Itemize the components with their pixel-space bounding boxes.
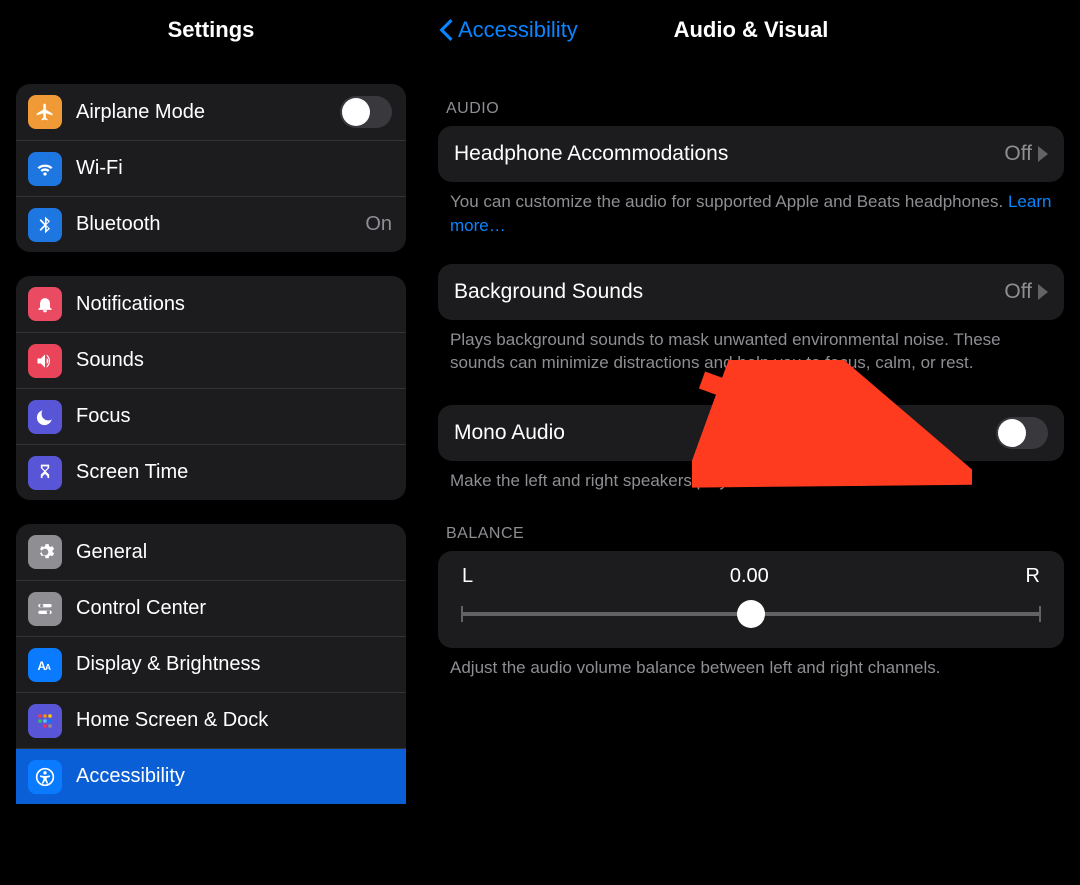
bell-icon (28, 287, 62, 321)
sidebar-item-general[interactable]: General (16, 524, 406, 580)
display-label: Display & Brightness (76, 653, 392, 676)
sidebar-item-home-screen[interactable]: Home Screen & Dock (16, 692, 406, 748)
sliders-icon (28, 592, 62, 626)
headphone-label: Headphone Accommodations (454, 142, 1004, 166)
balance-cell: L 0.00 R (438, 551, 1064, 648)
group-general: General Control Center AA Display & Brig… (16, 524, 406, 804)
gear-icon (28, 535, 62, 569)
text-size-icon: AA (28, 648, 62, 682)
grid-icon (28, 704, 62, 738)
background-label: Background Sounds (454, 280, 1004, 304)
notifications-label: Notifications (76, 293, 392, 316)
hourglass-icon (28, 456, 62, 490)
sounds-label: Sounds (76, 349, 392, 372)
group-notifications: Notifications Sounds Focus Screen Time (16, 276, 406, 500)
sidebar-item-bluetooth[interactable]: Bluetooth On (16, 196, 406, 252)
sidebar-item-wifi[interactable]: Wi-Fi (16, 140, 406, 196)
sidebar-item-display-brightness[interactable]: AA Display & Brightness (16, 636, 406, 692)
airplane-icon (28, 95, 62, 129)
balance-value: 0.00 (730, 565, 769, 588)
speaker-icon (28, 344, 62, 378)
slider-thumb[interactable] (737, 600, 765, 628)
balance-caption: Adjust the audio volume balance between … (438, 648, 1064, 680)
focus-label: Focus (76, 405, 392, 428)
background-sounds-cell[interactable]: Background Sounds Off (438, 264, 1064, 320)
bluetooth-label: Bluetooth (76, 213, 365, 236)
sidebar-item-screen-time[interactable]: Screen Time (16, 444, 406, 500)
svg-text:A: A (45, 662, 51, 672)
controlcenter-label: Control Center (76, 597, 392, 620)
headphone-accommodations-cell[interactable]: Headphone Accommodations Off (438, 126, 1064, 182)
homescreen-label: Home Screen & Dock (76, 709, 392, 732)
sidebar-item-notifications[interactable]: Notifications (16, 276, 406, 332)
balance-section-header: BALANCE (446, 525, 1056, 543)
page-title: Audio & Visual (438, 17, 1064, 43)
sidebar-item-control-center[interactable]: Control Center (16, 580, 406, 636)
chevron-right-icon (1038, 284, 1048, 300)
mono-audio-toggle[interactable] (996, 417, 1048, 449)
mono-audio-cell: Mono Audio (438, 405, 1064, 461)
balance-left-label: L (462, 565, 473, 588)
accessibility-label: Accessibility (76, 765, 392, 788)
headphone-caption: You can customize the audio for supporte… (438, 182, 1064, 238)
sidebar-item-accessibility[interactable]: Accessibility (16, 748, 406, 804)
group-connectivity: Airplane Mode Wi-Fi Bluetooth On (16, 84, 406, 252)
sidebar-item-focus[interactable]: Focus (16, 388, 406, 444)
balance-right-label: R (1026, 565, 1040, 588)
detail-pane: Accessibility Audio & Visual AUDIO Headp… (422, 0, 1080, 885)
chevron-right-icon (1038, 146, 1048, 162)
general-label: General (76, 541, 392, 564)
sidebar-item-airplane-mode[interactable]: Airplane Mode (16, 84, 406, 140)
accessibility-icon (28, 760, 62, 794)
settings-title: Settings (0, 0, 422, 60)
moon-icon (28, 400, 62, 434)
wifi-label: Wi-Fi (76, 157, 392, 180)
airplane-toggle[interactable] (340, 96, 392, 128)
bluetooth-value: On (365, 213, 392, 236)
screentime-label: Screen Time (76, 461, 392, 484)
balance-slider[interactable] (462, 602, 1040, 626)
mono-label: Mono Audio (454, 421, 996, 445)
mono-caption: Make the left and right speakers play th… (438, 461, 1064, 493)
settings-sidebar: Settings Airplane Mode Wi-Fi Bluetooth O… (0, 0, 422, 885)
sidebar-item-sounds[interactable]: Sounds (16, 332, 406, 388)
background-caption: Plays background sounds to mask unwanted… (438, 320, 1064, 376)
detail-header: Accessibility Audio & Visual (438, 0, 1064, 60)
bluetooth-icon (28, 208, 62, 242)
wifi-icon (28, 152, 62, 186)
airplane-label: Airplane Mode (76, 101, 340, 124)
audio-section-header: AUDIO (446, 100, 1056, 118)
headphone-value: Off (1004, 142, 1032, 166)
background-value: Off (1004, 280, 1032, 304)
